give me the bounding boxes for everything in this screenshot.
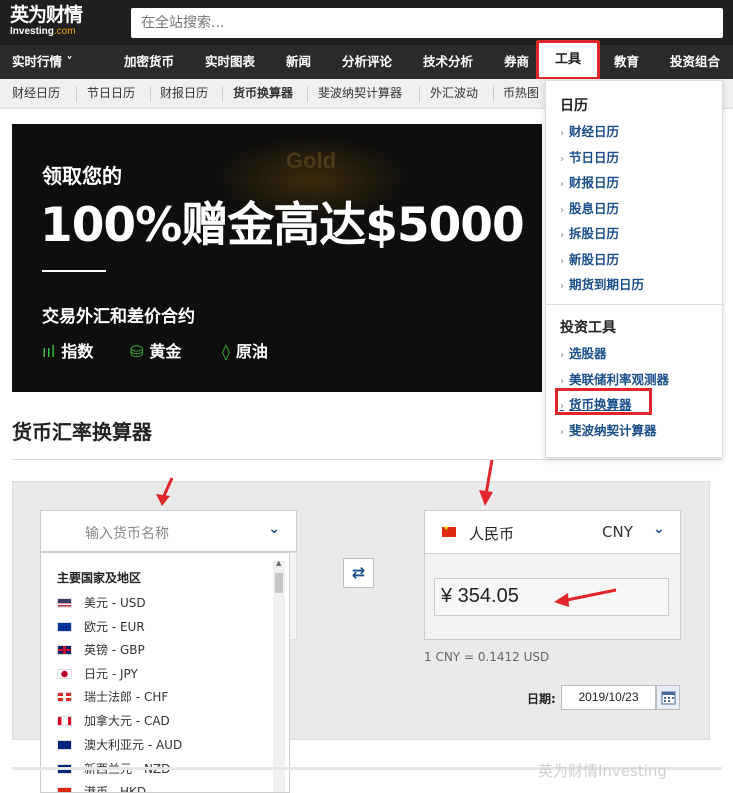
watermark-text: 英为财情Investing	[538, 762, 667, 780]
arrow-down-icon	[479, 490, 493, 506]
arrow-left-icon	[554, 593, 569, 607]
arrow-down-icon	[156, 494, 170, 506]
annotation-arrows	[156, 459, 617, 607]
